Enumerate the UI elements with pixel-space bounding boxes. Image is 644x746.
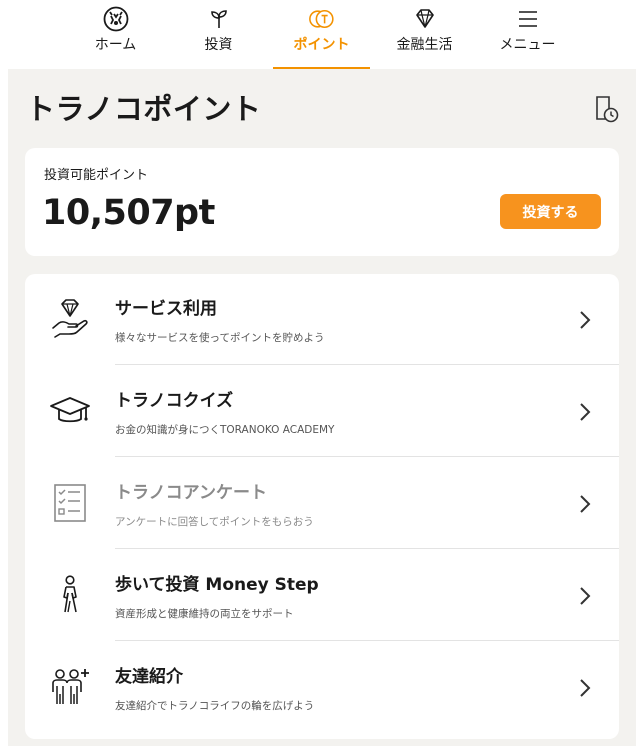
hamburger-menu-icon bbox=[515, 6, 541, 32]
chevron-right-icon bbox=[577, 677, 593, 699]
menu-item-subtitle: アンケートに回答してポイントをもらおう bbox=[115, 516, 314, 528]
top-navigation: ホーム 投資 ポイント 金融生活 メニュー bbox=[0, 0, 644, 69]
points-label: 投資可能ポイント bbox=[44, 168, 149, 183]
menu-item-title: トラノコクイズ bbox=[115, 391, 234, 411]
diamond-icon bbox=[412, 6, 438, 32]
menu-item-quiz[interactable]: トラノコクイズ お金の知識が身につくTORANOKO ACADEMY bbox=[25, 366, 619, 457]
graduation-cap-icon bbox=[49, 390, 91, 432]
menu-item-subtitle: 友達紹介でトラノコライフの輪を広げよう bbox=[115, 700, 315, 712]
chevron-right-icon bbox=[577, 309, 593, 331]
nav-tab-label: 投資 bbox=[204, 37, 233, 53]
checklist-icon bbox=[49, 482, 91, 524]
menu-item-subtitle: 資産形成と健康維持の両立をサポート bbox=[115, 608, 294, 620]
sprout-icon bbox=[206, 6, 232, 32]
menu-item-title: サービス利用 bbox=[115, 299, 217, 319]
coins-icon bbox=[308, 6, 335, 32]
menu-item-title: 友達紹介 bbox=[115, 667, 183, 687]
nav-tab-label: 金融生活 bbox=[396, 37, 453, 53]
history-document-icon[interactable] bbox=[594, 95, 620, 123]
nav-tab-label: ポイント bbox=[293, 37, 350, 53]
main-content: トラノコポイント 投資可能ポイント 10,507pt 投資する サービス利用 様 bbox=[8, 69, 636, 746]
row-divider bbox=[115, 640, 619, 641]
menu-item-friend-referral[interactable]: 友達紹介 友達紹介でトラノコライフの輪を広げよう bbox=[25, 642, 619, 733]
points-value: 10,507pt bbox=[42, 193, 215, 233]
menu-item-title: 歩いて投資 Money Step bbox=[115, 575, 319, 595]
row-divider bbox=[115, 364, 619, 365]
nav-tab-menu[interactable]: メニュー bbox=[479, 0, 576, 69]
chevron-right-icon bbox=[577, 401, 593, 423]
row-divider bbox=[115, 548, 619, 549]
row-divider bbox=[115, 456, 619, 457]
nav-tab-financial-life[interactable]: 金融生活 bbox=[376, 0, 473, 69]
nav-tab-label: メニュー bbox=[499, 37, 556, 53]
nav-tab-invest[interactable]: 投資 bbox=[170, 0, 267, 69]
invest-button[interactable]: 投資する bbox=[500, 194, 601, 229]
chevron-right-icon bbox=[577, 585, 593, 607]
tiger-logo-icon bbox=[103, 6, 129, 32]
points-card: 投資可能ポイント 10,507pt 投資する bbox=[25, 148, 619, 256]
hand-diamond-icon bbox=[49, 298, 91, 340]
chevron-right-icon bbox=[577, 493, 593, 515]
walking-person-icon bbox=[49, 574, 91, 616]
earn-points-menu: サービス利用 様々なサービスを使ってポイントを貯めよう トラノコクイズ お金の知… bbox=[25, 274, 619, 739]
nav-tab-home[interactable]: ホーム bbox=[67, 0, 164, 69]
menu-item-subtitle: お金の知識が身につくTORANOKO ACADEMY bbox=[115, 424, 335, 436]
nav-tab-label: ホーム bbox=[94, 37, 137, 53]
page-title: トラノコポイント bbox=[26, 92, 262, 126]
menu-item-title: トラノコアンケート bbox=[115, 483, 267, 503]
menu-item-money-step[interactable]: 歩いて投資 Money Step 資産形成と健康維持の両立をサポート bbox=[25, 550, 619, 641]
menu-item-subtitle: 様々なサービスを使ってポイントを貯めよう bbox=[115, 332, 325, 344]
menu-item-service-usage[interactable]: サービス利用 様々なサービスを使ってポイントを貯めよう bbox=[25, 274, 619, 365]
friends-add-icon bbox=[49, 666, 91, 708]
menu-item-survey[interactable]: トラノコアンケート アンケートに回答してポイントをもらおう bbox=[25, 458, 619, 549]
nav-tab-points[interactable]: ポイント bbox=[273, 0, 370, 69]
